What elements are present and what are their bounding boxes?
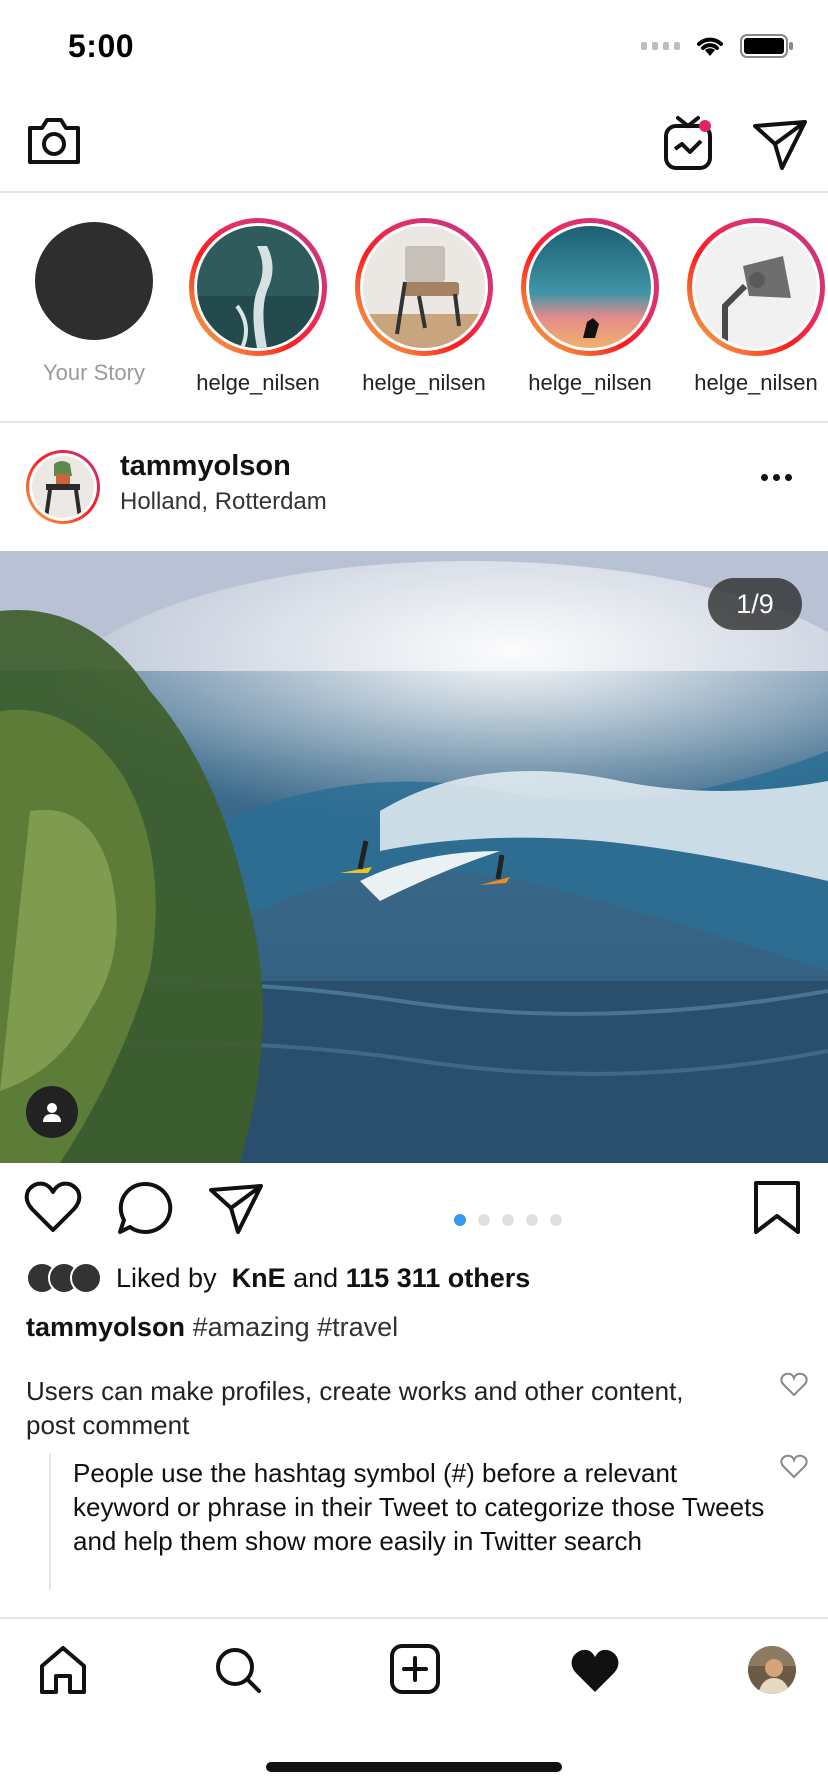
likes-prefix: Liked by [116,1262,217,1293]
tabbar-divider [0,1617,828,1619]
comment-icon [118,1181,173,1234]
tag-user-icon [43,1103,61,1122]
post-caption: tammyolson #amazing #travel [26,1312,398,1343]
story-item[interactable]: helge_nilsen [188,218,328,396]
more-icon[interactable] [761,474,792,481]
carousel-dot [526,1214,538,1226]
reply-like-button[interactable] [780,1454,808,1480]
home-icon [40,1646,86,1694]
story-ring [355,218,493,356]
share-icon [209,1184,263,1234]
reply-thread-line [49,1454,51,1590]
story-item[interactable]: helge_nilsen [520,218,660,396]
status-indicators [641,34,794,58]
tab-new-post[interactable] [390,1644,440,1694]
igtv-button[interactable] [664,114,712,170]
heart-icon [24,1181,82,1232]
cellular-signal-icon [641,42,680,50]
comment-button[interactable] [116,1180,174,1236]
story-label: helge_nilsen [362,370,486,395]
story-label: Your Story [43,360,145,385]
direct-message-icon [753,120,807,170]
igtv-icon [664,116,712,170]
tab-home[interactable] [38,1644,88,1696]
search-icon [216,1648,261,1693]
tab-profile[interactable] [748,1646,796,1694]
story-avatar [529,226,651,348]
bookmark-icon [754,1181,800,1234]
story-avatar [363,226,485,348]
carousel-indicator [454,1214,562,1226]
story-label: helge_nilsen [694,370,818,395]
story-ring [189,218,327,356]
tab-search[interactable] [214,1646,262,1694]
header-divider [0,191,828,193]
stories-divider [0,421,828,423]
wifi-icon [697,37,723,56]
home-indicator[interactable] [266,1762,562,1772]
story-item[interactable]: helge_nilsen [686,218,826,396]
caption-author[interactable]: tammyolson [26,1312,185,1342]
share-button[interactable] [208,1182,264,1234]
activity-icon [571,1649,619,1692]
camera-button[interactable] [26,114,82,166]
comment-text: Users can make profiles, create works an… [26,1376,684,1440]
post-photo[interactable] [0,551,828,1163]
story-item-own[interactable]: Your Story [24,218,164,386]
new-post-icon [390,1644,440,1694]
story-avatar [695,226,817,348]
story-item[interactable]: helge_nilsen [354,218,494,396]
like-button[interactable] [24,1180,82,1234]
tag-user-button[interactable] [26,1086,78,1138]
heart-icon [780,1372,808,1397]
profile-avatar [748,1646,796,1694]
story-label: helge_nilsen [196,370,320,395]
comment-like-button[interactable] [780,1372,808,1398]
liker-avatars [26,1262,102,1294]
carousel-dot [502,1214,514,1226]
post-author-name[interactable]: tammyolson [120,450,291,483]
likes-user[interactable]: KnE [232,1263,286,1294]
bookmark-button[interactable] [752,1180,802,1236]
status-time: 5:00 [68,28,135,64]
direct-message-button[interactable] [752,118,808,170]
image-counter-badge: 1/9 [708,578,802,630]
story-ring [687,218,825,356]
heart-icon [780,1454,808,1479]
likes-and: and [293,1262,339,1293]
likes-summary[interactable]: Liked by KnE and 115 311 others [26,1262,530,1294]
carousel-dot-active [454,1214,466,1226]
likes-count[interactable]: 115 311 others [346,1263,531,1294]
carousel-dot [478,1214,490,1226]
carousel-dot [550,1214,562,1226]
story-avatar [197,226,319,348]
tab-activity[interactable] [570,1648,620,1694]
post-location[interactable]: Holland, Rotterdam [120,488,327,516]
story-avatar [35,222,153,340]
battery-icon [740,34,793,58]
reply-comment-text: People use the hashtag symbol (#) before… [73,1458,765,1556]
post-author-avatar[interactable] [26,450,100,524]
camera-icon [28,118,80,164]
story-ring [521,218,659,356]
story-label: helge_nilsen [528,370,652,395]
caption-text: #amazing #travel [192,1312,399,1342]
